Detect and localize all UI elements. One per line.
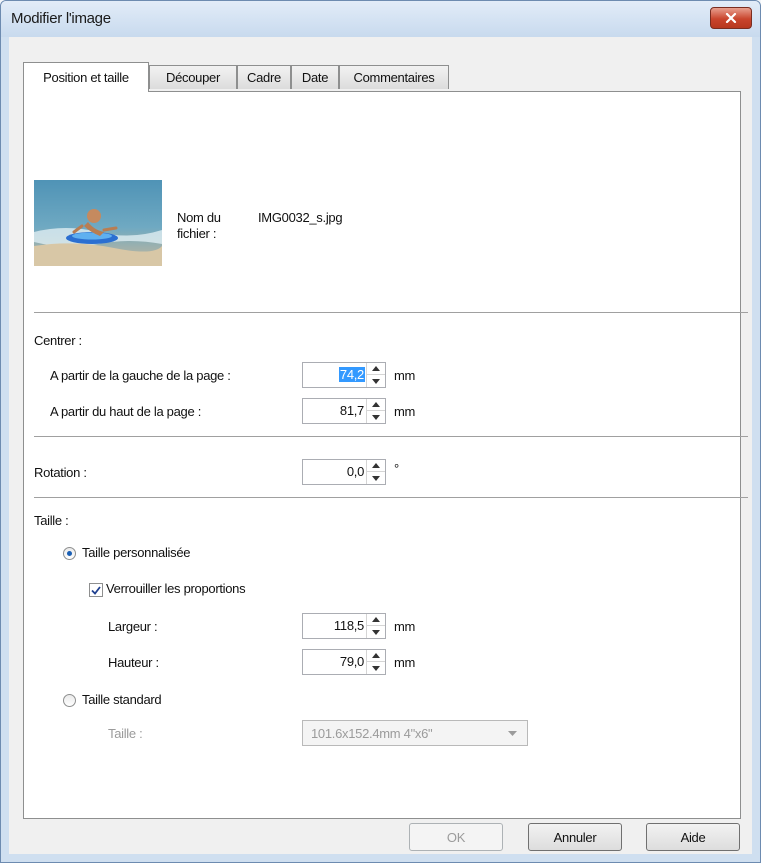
spin-up-button[interactable]	[367, 363, 385, 375]
custom-size-label[interactable]: Taille personnalisée	[82, 545, 190, 560]
standard-size-radio[interactable]	[63, 694, 76, 707]
tab-label: Cadre	[247, 70, 281, 85]
tab-date[interactable]: Date	[291, 65, 339, 89]
dialog-window: Modifier l'image Position et taille Déco…	[0, 0, 761, 863]
divider	[34, 312, 748, 313]
from-left-stepper[interactable]: 74,2	[302, 362, 386, 388]
ok-button-label: OK	[446, 829, 466, 845]
close-button[interactable]	[710, 7, 752, 29]
checkmark-icon	[91, 585, 101, 595]
rotation-unit: °	[394, 461, 399, 476]
filename-value: IMG0032_s.jpg	[258, 210, 343, 225]
arrow-down-icon	[372, 665, 380, 671]
from-top-stepper[interactable]: 81,7	[302, 398, 386, 424]
tab-cadre[interactable]: Cadre	[237, 65, 291, 89]
tab-panel-position-et-taille: Nom du fichier : IMG0032_s.jpg Centrer :…	[23, 91, 748, 819]
tab-label: Commentaires	[353, 70, 435, 85]
spin-down-button[interactable]	[367, 472, 385, 484]
arrow-up-icon	[372, 653, 380, 658]
standard-size-dropdown[interactable]: 101.6x152.4mm 4"x6"	[302, 720, 528, 746]
arrow-up-icon	[372, 463, 380, 468]
rotation-value[interactable]: 0,0	[346, 464, 365, 479]
size-heading: Taille :	[34, 513, 69, 528]
spin-down-button[interactable]	[367, 411, 385, 423]
cancel-button-label: Annuler	[553, 829, 597, 845]
lock-proportions-checkbox[interactable]	[89, 583, 103, 597]
spin-up-button[interactable]	[367, 614, 385, 626]
width-label: Largeur :	[108, 619, 158, 634]
width-value[interactable]: 118,5	[333, 618, 365, 633]
spin-down-button[interactable]	[367, 626, 385, 638]
from-left-value[interactable]: 74,2	[338, 367, 365, 382]
divider	[34, 436, 748, 437]
from-left-label: A partir de la gauche de la page :	[50, 368, 231, 383]
tab-decouper[interactable]: Découper	[149, 65, 237, 89]
custom-size-radio[interactable]	[63, 547, 76, 560]
spin-buttons	[366, 614, 385, 638]
close-icon	[725, 13, 737, 23]
arrow-up-icon	[372, 402, 380, 407]
rotation-stepper[interactable]: 0,0	[302, 459, 386, 485]
center-heading: Centrer :	[34, 333, 82, 348]
height-value[interactable]: 79,0	[339, 654, 365, 669]
spin-buttons	[366, 460, 385, 484]
tab-commentaires[interactable]: Commentaires	[339, 65, 449, 89]
tab-label: Position et taille	[43, 70, 129, 85]
ok-button[interactable]: OK	[409, 823, 503, 851]
spin-down-button[interactable]	[367, 375, 385, 387]
arrow-up-icon	[372, 617, 380, 622]
width-unit: mm	[394, 619, 416, 634]
cancel-button[interactable]: Annuler	[528, 823, 622, 851]
standard-size-value: 101.6x152.4mm 4"x6"	[311, 726, 433, 741]
spin-up-button[interactable]	[367, 460, 385, 472]
lock-proportions-label[interactable]: Verrouiller les proportions	[106, 581, 246, 596]
arrow-down-icon	[372, 629, 380, 635]
from-top-unit: mm	[394, 404, 416, 419]
help-button-label: Aide	[680, 829, 706, 845]
chevron-down-icon	[508, 731, 517, 736]
title-bar: Modifier l'image	[1, 1, 760, 37]
rotation-label: Rotation :	[34, 465, 87, 480]
help-button[interactable]: Aide	[646, 823, 740, 851]
filename-label: Nom du fichier :	[177, 210, 221, 241]
arrow-down-icon	[372, 378, 380, 384]
spin-up-button[interactable]	[367, 650, 385, 662]
arrow-down-icon	[372, 414, 380, 420]
from-top-value[interactable]: 81,7	[339, 403, 365, 418]
photo-preview	[34, 180, 162, 266]
height-unit: mm	[394, 655, 416, 670]
window-title: Modifier l'image	[11, 10, 111, 27]
tab-label: Date	[301, 70, 329, 85]
arrow-down-icon	[372, 475, 380, 481]
from-top-label: A partir du haut de la page :	[50, 404, 202, 419]
standard-size-field-label: Taille :	[108, 726, 143, 741]
standard-size-label[interactable]: Taille standard	[82, 692, 162, 707]
spin-buttons	[366, 363, 385, 387]
image-thumbnail	[34, 180, 162, 266]
spin-up-button[interactable]	[367, 399, 385, 411]
width-stepper[interactable]: 118,5	[302, 613, 386, 639]
spin-buttons	[366, 650, 385, 674]
arrow-up-icon	[372, 366, 380, 371]
spin-buttons	[366, 399, 385, 423]
spin-down-button[interactable]	[367, 662, 385, 674]
divider	[34, 497, 748, 498]
tab-position-et-taille[interactable]: Position et taille	[23, 62, 149, 92]
height-stepper[interactable]: 79,0	[302, 649, 386, 675]
tab-label: Découper	[166, 70, 220, 85]
dialog-client-area: Position et taille Découper Cadre Date C…	[9, 37, 752, 854]
height-label: Hauteur :	[108, 655, 159, 670]
from-left-unit: mm	[394, 368, 416, 383]
